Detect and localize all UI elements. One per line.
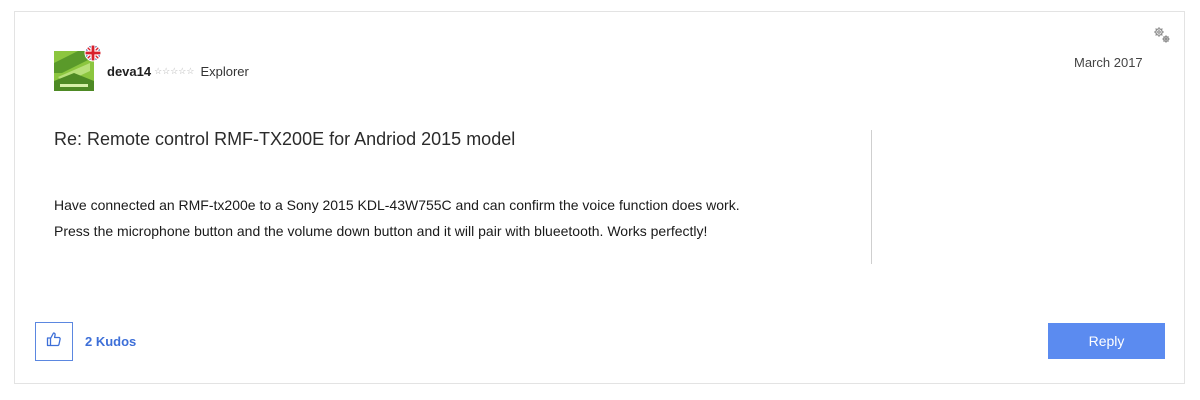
post-subject: Re: Remote control RMF-TX200E for Andrio…: [54, 129, 516, 149]
kudos-count-link[interactable]: 2 Kudos: [85, 334, 136, 349]
post-body-line: Have connected an RMF-tx200e to a Sony 2…: [54, 197, 740, 213]
kudo-button[interactable]: [35, 322, 73, 361]
post-body: Have connected an RMF-tx200e to a Sony 2…: [54, 192, 864, 244]
thumbs-up-icon: [46, 331, 62, 352]
author-avatar-group: [54, 44, 104, 92]
author-rank: Explorer: [200, 63, 249, 79]
uk-flag-icon: [84, 44, 102, 62]
post-date: March 2017: [1074, 55, 1143, 70]
reply-button[interactable]: Reply: [1048, 323, 1165, 359]
author-username[interactable]: deva14: [107, 64, 151, 79]
vertical-divider: [871, 130, 872, 264]
rank-stars-icon: ☆☆☆☆☆: [154, 65, 195, 76]
gear-icon[interactable]: [1152, 25, 1172, 45]
author-info: deva14 ☆☆☆☆☆ Explorer: [107, 62, 249, 80]
post-body-line: Press the microphone button and the volu…: [54, 223, 708, 239]
